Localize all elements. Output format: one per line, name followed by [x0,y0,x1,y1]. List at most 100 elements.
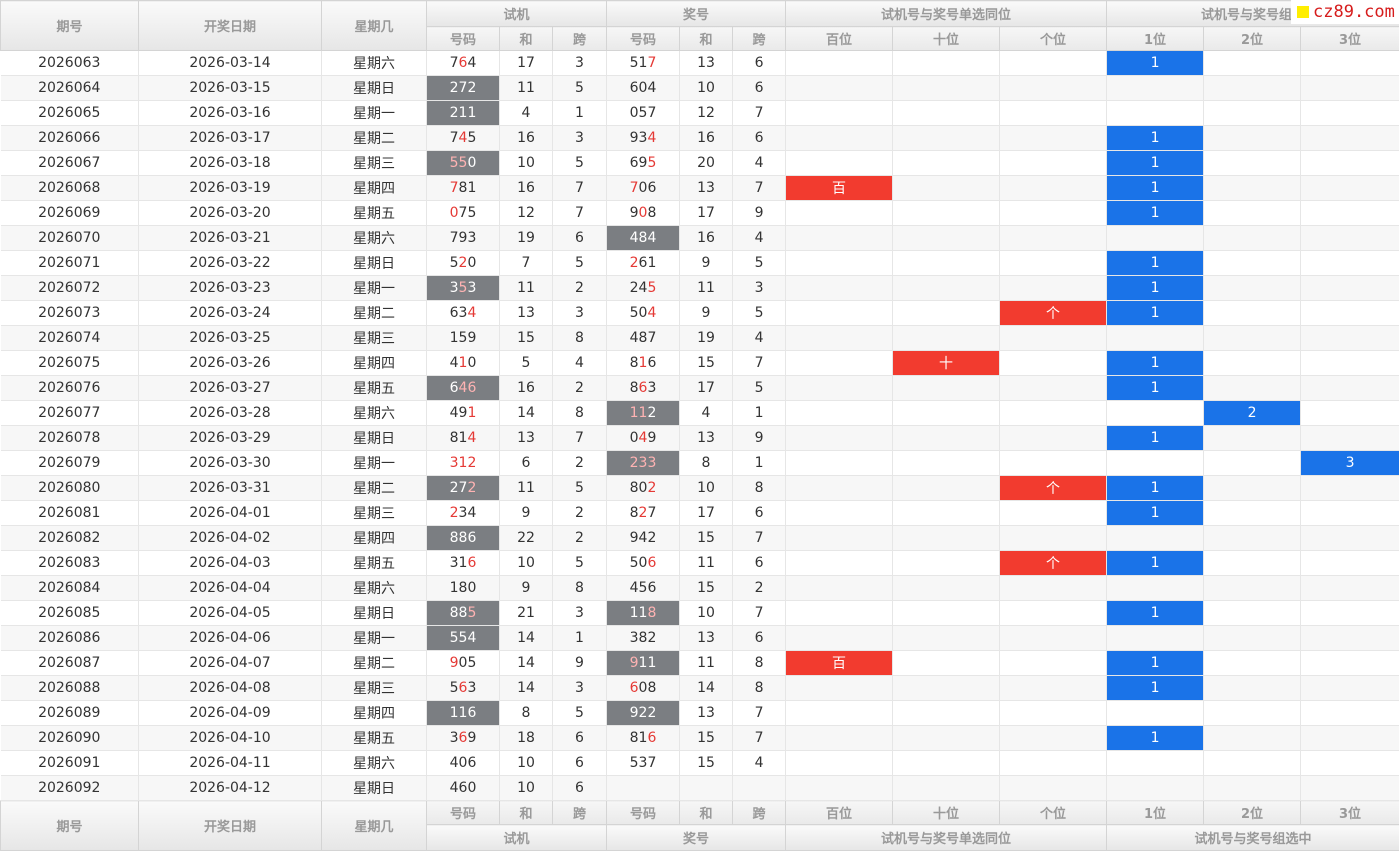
prize-sum-cell: 8 [680,451,733,476]
same-pos-ones-cell [1000,426,1107,451]
digit: 2 [467,80,476,96]
prize-span-cell: 5 [733,251,786,276]
date-cell: 2026-03-15 [139,76,322,101]
combo-3-cell [1301,726,1399,751]
combo-3-cell [1301,126,1399,151]
footer-sub-trial-sum: 和 [500,801,553,825]
combo-3-cell [1301,376,1399,401]
digit: 8 [647,205,656,221]
prize-number-cell: 706 [607,176,680,201]
combo-2-cell [1204,476,1301,501]
issue-cell: 2026088 [1,676,139,701]
same-pos-hundreds-cell [786,251,893,276]
combo-3-cell [1301,76,1399,101]
same-pos-hundreds-cell [786,601,893,626]
prize-span-cell: 8 [733,676,786,701]
table-row: 20260672026-03-18星期三5501056952041 [1,151,1399,176]
trial-sum-cell: 10 [500,551,553,576]
digit: 7 [647,755,656,771]
digit: 7 [647,330,656,346]
week-cell: 星期二 [322,476,427,501]
prize-sum-cell: 11 [680,651,733,676]
prize-sum-cell [680,776,733,801]
date-cell: 2026-03-29 [139,426,322,451]
trial-span-cell: 9 [553,651,607,676]
combo-1-cell: 1 [1107,476,1204,501]
digit: 4 [467,505,476,521]
digit: 6 [630,680,639,696]
digit: 2 [647,705,656,721]
digit: 4 [467,305,476,321]
prize-span-cell: 4 [733,226,786,251]
prize-number-cell: 057 [607,101,680,126]
combo-2-cell [1204,126,1301,151]
footer-group-combo: 试机号与奖号组选中 [1107,825,1399,851]
table-body: 20260632026-03-14星期六76417351713612026064… [1,51,1399,801]
prize-span-cell: 1 [733,401,786,426]
combo-2-cell [1204,426,1301,451]
digit: 5 [467,205,476,221]
trial-number-cell: 410 [427,351,500,376]
prize-sum-cell: 15 [680,351,733,376]
combo-2-cell [1204,451,1301,476]
issue-cell: 2026081 [1,501,139,526]
combo-3-cell [1301,751,1399,776]
trial-span-cell: 6 [553,776,607,801]
footer-group-same-pos: 试机号与奖号单选同位 [786,825,1107,851]
combo-3-cell [1301,226,1399,251]
prize-sum-cell: 15 [680,726,733,751]
trial-span-cell: 8 [553,401,607,426]
digit: 0 [467,780,476,796]
table-row: 20260812026-04-01星期三234928271761 [1,501,1399,526]
prize-span-cell: 4 [733,326,786,351]
same-pos-tens-cell [893,276,1000,301]
watermark-text: cz89.com [1313,2,1395,22]
prize-sum-cell: 11 [680,276,733,301]
sub-hundreds: 百位 [786,27,893,51]
same-pos-tens-cell [893,426,1000,451]
week-cell: 星期二 [322,301,427,326]
digit: 7 [630,180,639,196]
digit: 3 [450,455,459,471]
digit: 6 [467,380,476,396]
digit: 8 [450,530,459,546]
digit: 8 [450,430,459,446]
sub-trial-sum: 和 [500,27,553,51]
digit: 2 [450,105,459,121]
table-row: 20260712026-03-22星期日52075261951 [1,251,1399,276]
footer-sub-combo-2: 2位 [1204,801,1301,825]
prize-number-cell: 112 [607,401,680,426]
table-row: 20260892026-04-09星期四11685922137 [1,701,1399,726]
trial-number-cell: 159 [427,326,500,351]
prize-sum-cell: 9 [680,301,733,326]
combo-1-cell: 1 [1107,501,1204,526]
combo-2-cell [1204,101,1301,126]
same-pos-ones-cell [1000,276,1107,301]
digit: 2 [467,455,476,471]
date-cell: 2026-04-05 [139,601,322,626]
issue-cell: 2026063 [1,51,139,76]
combo-1-cell: 1 [1107,726,1204,751]
trial-span-cell: 2 [553,451,607,476]
same-pos-ones-cell [1000,601,1107,626]
issue-cell: 2026091 [1,751,139,776]
trial-number-cell: 180 [427,576,500,601]
same-pos-tens-cell [893,501,1000,526]
footer-date: 开奖日期 [139,801,322,851]
issue-cell: 2026065 [1,101,139,126]
week-cell: 星期五 [322,551,427,576]
combo-3-cell: 3 [1301,451,1399,476]
digit: 6 [647,555,656,571]
digit: 0 [630,105,639,121]
digit: 2 [647,405,656,421]
col-week-header: 星期几 [322,1,427,51]
issue-cell: 2026066 [1,126,139,151]
trial-span-cell: 8 [553,576,607,601]
col-date-header: 开奖日期 [139,1,322,51]
prize-sum-cell: 14 [680,676,733,701]
issue-cell: 2026090 [1,726,139,751]
same-pos-ones-cell [1000,51,1107,76]
trial-sum-cell: 4 [500,101,553,126]
sub-combo-3: 3位 [1301,27,1399,51]
week-cell: 星期六 [322,401,427,426]
